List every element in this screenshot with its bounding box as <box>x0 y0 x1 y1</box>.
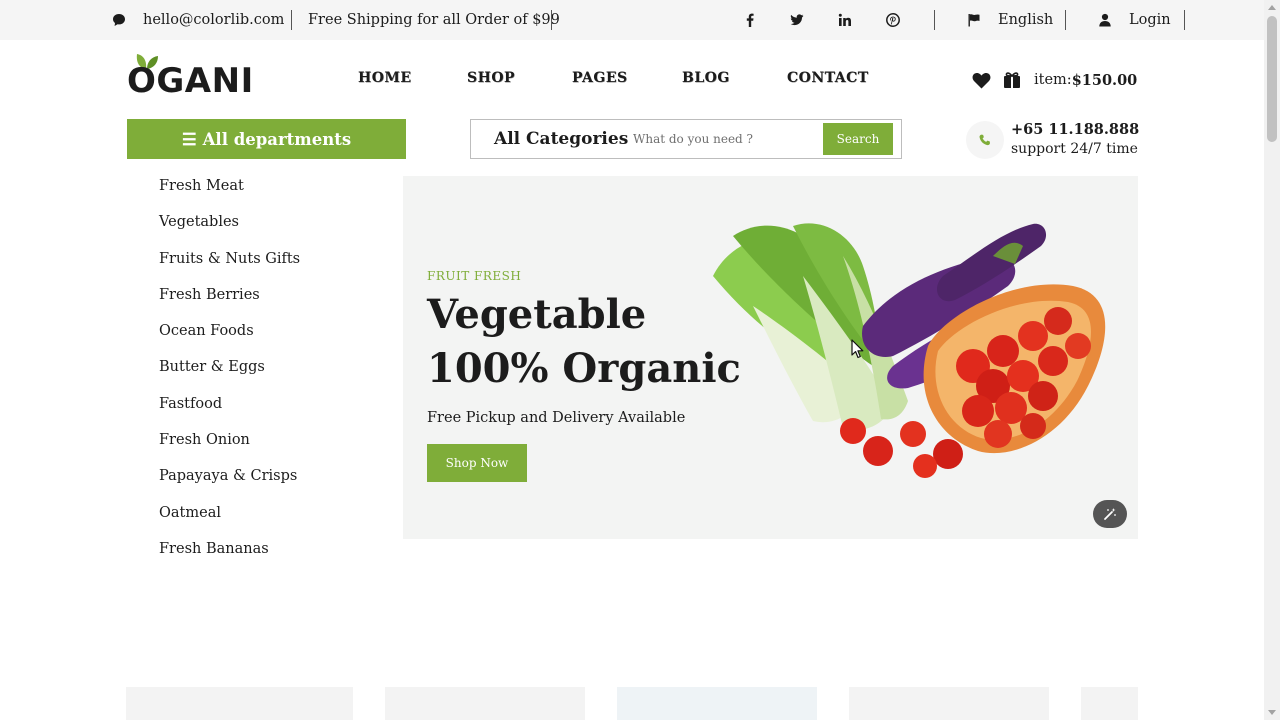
department-item[interactable]: Fastfood <box>159 394 300 430</box>
category-card[interactable] <box>385 687 585 720</box>
department-item[interactable]: Fresh Onion <box>159 430 300 466</box>
department-item[interactable]: Papayaya & Crisps <box>159 466 300 502</box>
shop-now-button[interactable]: Shop Now <box>427 444 527 482</box>
divider <box>1184 10 1185 30</box>
wishlist-icon[interactable] <box>972 70 991 90</box>
divider <box>551 10 552 30</box>
divider <box>934 10 935 30</box>
all-departments-button[interactable]: ☰ All departments <box>127 119 406 159</box>
department-item[interactable]: Fresh Meat <box>159 176 300 212</box>
user-icon <box>1098 0 1112 40</box>
nav-shop[interactable]: SHOP <box>467 70 515 86</box>
department-item[interactable]: Fresh Berries <box>159 285 300 321</box>
category-card[interactable] <box>849 687 1049 720</box>
logo-text: OGANI <box>127 61 254 101</box>
divider <box>291 10 292 30</box>
search-button[interactable]: Search <box>823 123 893 155</box>
magic-wand-icon[interactable] <box>1093 500 1127 528</box>
twitter-icon[interactable] <box>790 0 804 40</box>
cart-total: $150.00 <box>1071 71 1138 89</box>
all-departments-label: All departments <box>202 129 352 149</box>
department-item[interactable]: Fresh Bananas <box>159 539 300 575</box>
department-item[interactable]: Fruits & Nuts Gifts <box>159 249 300 285</box>
mouse-cursor-icon <box>851 339 864 359</box>
category-card[interactable] <box>617 687 817 720</box>
top-bar: hello@colorlib.com Free Shipping for all… <box>0 0 1264 40</box>
hero-banner: FRUIT FRESH Vegetable 100% Organic Free … <box>403 176 1138 539</box>
language-selector[interactable]: English <box>998 0 1053 40</box>
divider <box>1065 10 1066 30</box>
shipping-notice: Free Shipping for all Order of $99 <box>308 12 560 28</box>
phone-number[interactable]: +65 11.188.888 <box>1011 121 1139 138</box>
category-card[interactable] <box>126 687 353 720</box>
nav-contact[interactable]: CONTACT <box>787 70 869 86</box>
nav-home[interactable]: HOME <box>358 70 412 86</box>
category-card[interactable] <box>1081 687 1138 720</box>
facebook-icon[interactable] <box>743 0 757 40</box>
search-input[interactable] <box>633 129 818 149</box>
pinterest-icon[interactable] <box>886 0 900 40</box>
flag-icon <box>967 0 981 40</box>
vegetables-image <box>713 223 1106 478</box>
department-item[interactable]: Oatmeal <box>159 503 300 539</box>
scroll-thumb[interactable] <box>1267 16 1277 142</box>
scroll-down-icon[interactable] <box>1268 710 1276 715</box>
contact-phone: +65 11.188.888 support 24/7 time <box>966 120 1139 160</box>
hero-title-line1: Vegetable <box>427 291 647 338</box>
category-dropdown[interactable]: All Categories <box>494 120 628 158</box>
department-item[interactable]: Ocean Foods <box>159 321 300 357</box>
scroll-up-icon[interactable] <box>1268 5 1276 10</box>
email-icon <box>112 0 126 40</box>
department-list: Fresh Meat Vegetables Fruits & Nuts Gift… <box>159 176 300 575</box>
logo[interactable]: OGANI <box>127 52 253 98</box>
page-scrollbar[interactable] <box>1264 0 1280 720</box>
search-form: All Categories Search <box>470 119 902 159</box>
cart-label: item: <box>1034 72 1072 88</box>
email-text[interactable]: hello@colorlib.com <box>143 0 284 40</box>
linkedin-icon[interactable] <box>838 0 852 40</box>
bag-icon[interactable] <box>1003 70 1021 90</box>
department-item[interactable]: Butter & Eggs <box>159 357 300 393</box>
menu-icon: ☰ <box>181 129 197 149</box>
nav-pages[interactable]: PAGES <box>572 70 628 86</box>
department-item[interactable]: Vegetables <box>159 212 300 248</box>
login-link[interactable]: Login <box>1129 0 1171 40</box>
cart-summary[interactable]: item: $150.00 <box>1034 70 1137 90</box>
phone-icon <box>966 121 1004 159</box>
hero-kicker: FRUIT FRESH <box>427 269 522 283</box>
nav-blog[interactable]: BLOG <box>682 70 730 86</box>
support-hours: support 24/7 time <box>1011 141 1138 157</box>
hero-subtitle: Free Pickup and Delivery Available <box>427 410 686 426</box>
